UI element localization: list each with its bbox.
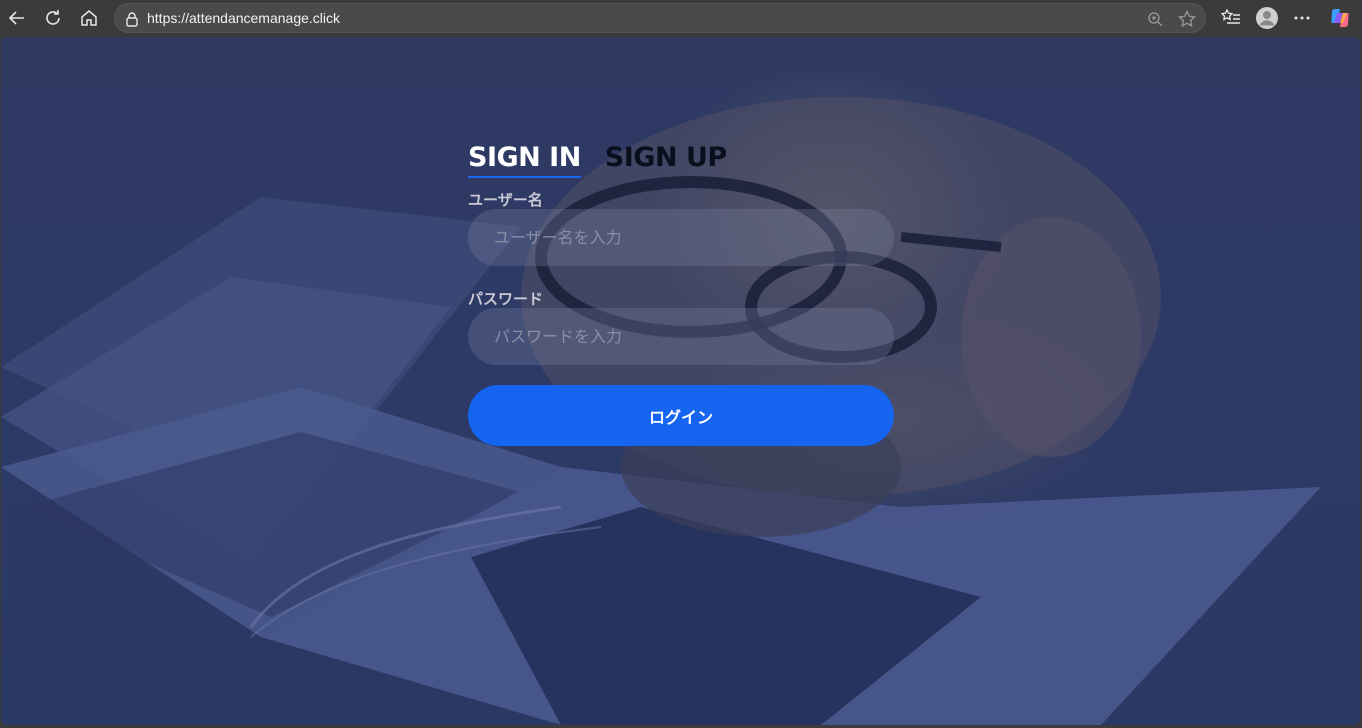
home-icon[interactable]	[75, 4, 103, 32]
password-input[interactable]	[468, 308, 894, 365]
address-bar[interactable]: https://attendancemanage.click	[114, 3, 1206, 33]
username-label: ユーザー名	[468, 191, 543, 209]
back-icon[interactable]	[3, 4, 31, 32]
username-input[interactable]	[468, 209, 894, 266]
favorite-star-icon[interactable]	[1177, 9, 1197, 29]
more-options-icon[interactable]	[1288, 4, 1316, 32]
page-viewport: SIGN IN SIGN UP ユーザー名 パスワード ログイン	[1, 37, 1360, 725]
lock-icon[interactable]	[125, 11, 139, 30]
browser-toolbar: https://attendancemanage.click	[0, 0, 1362, 36]
password-label: パスワード	[468, 290, 544, 308]
login-button[interactable]: ログイン	[468, 385, 894, 446]
favorites-list-icon[interactable]	[1217, 4, 1245, 32]
auth-tabs: SIGN IN SIGN UP	[468, 141, 727, 178]
tab-sign-up[interactable]: SIGN UP	[605, 141, 727, 178]
copilot-icon[interactable]	[1326, 4, 1354, 32]
profile-avatar-icon[interactable]	[1253, 4, 1281, 32]
reload-icon[interactable]	[39, 4, 67, 32]
url-text[interactable]: https://attendancemanage.click	[147, 10, 340, 26]
tab-sign-in[interactable]: SIGN IN	[468, 141, 581, 178]
zoom-icon[interactable]	[1145, 9, 1165, 29]
